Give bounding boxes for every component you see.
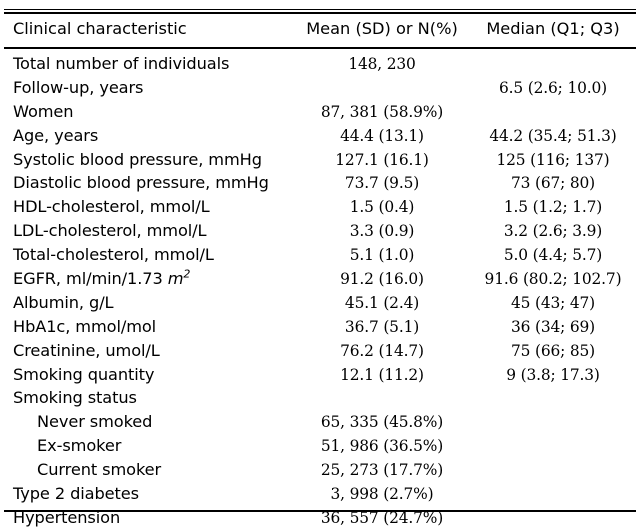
row-value-mean-sd: 51, 986 (36.5%) [320,437,444,456]
table-bottom-rule [4,510,636,512]
table-header-row: Clinical characteristic Mean (SD) or N(%… [4,14,636,46]
row-value-median-iqr [470,388,636,412]
row-value-median-iqr: 75 (66; 85) [510,341,596,360]
row-label: Smoking status [13,388,137,408]
row-value-mean-sd: 87, 381 (58.9%) [320,102,444,121]
row-value-mean-sd: 5.1 (1.0) [349,246,415,265]
row-value-median-iqr [470,436,636,460]
row-label: Women [13,101,74,121]
table-body: Total number of individuals 148, 230 Follo… [4,46,636,532]
clinical-characteristics-table: Clinical characteristic Mean (SD) or N(%… [4,14,636,532]
row-value-median-iqr: 45 (43; 47) [510,293,596,312]
table-row: Never smoked 65, 335 (45.8%) [4,412,636,436]
row-value-mean-sd: 91.2 (16.0) [340,270,424,289]
row-label: Current smoker [37,460,162,480]
table-body-top-spacer [4,46,636,54]
table-row: HbA1c, mmol/mol 36.7 (5.1) 36 (34; 69) [4,317,636,341]
table-row: Smoking status [4,388,636,412]
row-label: HDL-cholesterol, mmol/L [13,197,210,217]
row-label: Never smoked [37,412,153,432]
row-label: HbA1c, mmol/mol [13,316,157,336]
row-value-median-iqr: 5.0 (4.4; 5.7) [503,246,603,265]
row-label: Smoking quantity [13,364,155,384]
table-row: HDL-cholesterol, mmol/L 1.5 (0.4) 1.5 (1.2… [4,197,636,221]
table-row: Women 87, 381 (58.9%) [4,102,636,126]
row-value-median-iqr: 91.6 (80.2; 102.7) [484,270,622,289]
row-value-median-iqr: 9 (3.8; 17.3) [506,365,600,384]
row-value-mean-sd: 25, 273 (17.7%) [320,461,444,480]
table-row: Follow-up, years 6.5 (2.6; 10.0) [4,78,636,102]
row-value-mean-sd: 3.3 (0.9) [349,222,415,241]
row-label: Creatinine, umol/L [13,340,160,360]
row-value-mean-sd: 36.7 (5.1) [344,317,420,336]
table-row: Systolic blood pressure, mmHg 127.1 (16.1… [4,150,636,174]
table-row: Diastolic blood pressure, mmHg 73.7 (9.5)… [4,173,636,197]
table-row: Albumin, g/L 45.1 (2.4) 45 (43; 47) [4,293,636,317]
row-value-median-iqr: 44.2 (35.4; 51.3) [489,126,617,145]
row-label: LDL-cholesterol, mmol/L [13,221,207,241]
row-value-median-iqr: 1.5 (1.2; 1.7) [503,198,603,217]
row-label: Follow-up, years [13,77,144,97]
row-value-mean-sd: 45.1 (2.4) [344,293,420,312]
egfr-unit-base: m [167,269,184,289]
egfr-unit-exponent: 2 [183,267,191,281]
table-row: Total-cholesterol, mmol/L 5.1 (1.0) 5.0 (4… [4,245,636,269]
row-value-mean-sd: 76.2 (14.7) [340,341,424,360]
row-value-median-iqr [470,412,636,436]
row-value-median-iqr [470,102,636,126]
row-value-mean-sd [294,388,470,412]
column-header-characteristic: Clinical characteristic [13,19,187,38]
figure-caption-remnant: istics in the Lifelines dataset used in … [0,0,640,6]
row-value-mean-sd: 12.1 (11.2) [340,365,424,384]
row-label: Age, years [13,125,99,145]
row-label: Total number of individuals [13,54,230,73]
row-value-mean-sd: 127.1 (16.1) [335,150,429,169]
row-value-mean-sd: 1.5 (0.4) [349,198,415,217]
table-row: Total number of individuals 148, 230 [4,54,636,78]
row-value-mean-sd: 44.4 (13.1) [340,126,424,145]
table-row: Type 2 diabetes 3, 998 (2.7%) [4,484,636,508]
table-row: Ex-smoker 51, 986 (36.5%) [4,436,636,460]
table-figure: istics in the Lifelines dataset used in … [0,0,640,527]
row-value-mean-sd [294,78,470,102]
table-row: LDL-cholesterol, mmol/L 3.3 (0.9) 3.2 (2.6… [4,221,636,245]
row-value-median-iqr [470,54,636,78]
column-header-median-iqr: Median (Q1; Q3) [486,19,620,38]
table-row: Current smoker 25, 273 (17.7%) [4,460,636,484]
table-row: Creatinine, umol/L 76.2 (14.7) 75 (66; 85) [4,341,636,365]
table-row: Smoking quantity 12.1 (11.2) 9 (3.8; 17.3) [4,365,636,389]
row-value-median-iqr [470,460,636,484]
row-label: Type 2 diabetes [13,484,139,504]
row-label: Albumin, g/L [13,292,114,312]
row-label: Diastolic blood pressure, mmHg [13,173,269,193]
table-top-double-rule [4,9,636,14]
column-header-mean-sd: Mean (SD) or N(%) [306,19,458,38]
row-value-mean-sd: 3, 998 (2.7%) [330,485,434,504]
row-value-median-iqr: 3.2 (2.6; 3.9) [503,222,603,241]
row-value-median-iqr: 6.5 (2.6; 10.0) [499,78,607,97]
row-value-mean-sd: 148, 230 [348,55,416,73]
row-label: EGFR, ml/min/1.73 m2 [13,267,191,289]
row-label: Ex-smoker [37,436,122,456]
table-row: Age, years 44.4 (13.1) 44.2 (35.4; 51.3) [4,126,636,150]
row-value-median-iqr [470,484,636,508]
row-value-median-iqr: 73 (67; 80) [510,174,596,193]
row-value-median-iqr: 125 (116; 137) [496,150,610,169]
row-label: Total-cholesterol, mmol/L [13,245,214,265]
row-label: Systolic blood pressure, mmHg [13,149,262,169]
row-value-mean-sd: 73.7 (9.5) [344,174,420,193]
table-top-rule-upper [4,9,636,10]
row-value-mean-sd: 65, 335 (45.8%) [320,413,444,432]
table-row: EGFR, ml/min/1.73 m2 91.2 (16.0) 91.6 (80.… [4,269,636,293]
row-value-median-iqr: 36 (34; 69) [510,317,596,336]
table-header: Clinical characteristic Mean (SD) or N(%… [4,14,636,46]
